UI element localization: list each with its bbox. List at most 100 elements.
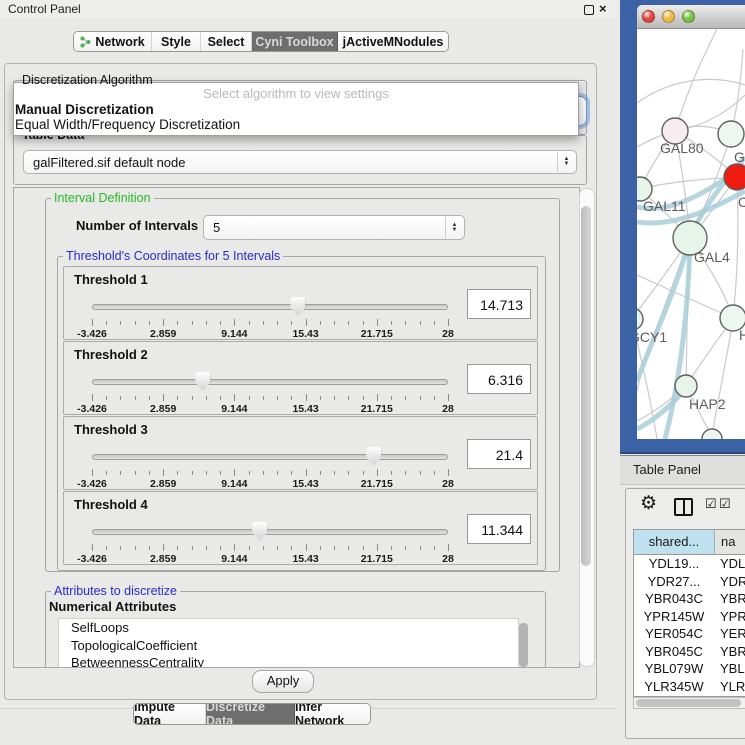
tab-cyni-toolbox[interactable]: Cyni Toolbox [252, 32, 338, 51]
slider-track[interactable] [92, 529, 448, 535]
apply-button[interactable]: Apply [252, 670, 314, 693]
tick-mark [206, 321, 207, 325]
cell-name: YBR0 [714, 643, 745, 661]
slider-handle[interactable] [290, 297, 305, 316]
tick-mark [291, 546, 292, 550]
threshold-slider[interactable]: -3.4262.8599.14415.4321.71528 [92, 520, 448, 562]
control-panel-titlebar: Control Panel × [0, 0, 617, 18]
scrollbar-thumb[interactable] [636, 699, 741, 707]
tab-style[interactable]: Style [152, 32, 201, 51]
tab-jactivemnodules-label: jActiveMNodules [343, 35, 444, 49]
network-node[interactable] [637, 308, 643, 330]
network-canvas[interactable]: GAL80GACGAL11GAL4GCY1HHAP2 [637, 29, 745, 439]
tick-mark [391, 321, 392, 325]
network-node-label: GCY1 [637, 329, 667, 345]
threshold-slider[interactable]: -3.4262.8599.14415.4321.71528 [92, 445, 448, 487]
slider-handle[interactable] [195, 372, 210, 391]
tab-select[interactable]: Select [201, 32, 252, 51]
network-node[interactable] [702, 429, 722, 439]
network-window-titlebar[interactable] [637, 5, 745, 29]
table-row[interactable]: YBL079WYBL0 [634, 660, 745, 678]
table-row[interactable]: YBR043CYBR0 [634, 590, 745, 608]
tick-mark [291, 396, 292, 400]
network-node-label: HAP2 [689, 396, 726, 412]
gear-icon[interactable]: ⚙ [640, 492, 657, 515]
network-node[interactable] [724, 164, 745, 190]
network-node[interactable] [675, 375, 697, 397]
menu-item-manual-discretization[interactable]: Manual Discretization [15, 102, 154, 117]
tick-mark [163, 469, 164, 476]
scale-label: 21.715 [361, 553, 393, 565]
scale-label: 21.715 [361, 403, 393, 415]
slider-track[interactable] [92, 379, 448, 385]
tick-mark [377, 394, 378, 401]
tick-mark [149, 321, 150, 325]
checkbox-icon[interactable]: ☑ [719, 496, 731, 512]
table-data-combobox[interactable]: galFiltered.sif default node ▲▼ [23, 150, 577, 174]
tick-mark [291, 471, 292, 475]
tick-mark [306, 319, 307, 326]
tick-mark [306, 544, 307, 551]
float-window-icon[interactable] [584, 5, 594, 15]
close-light-icon[interactable] [642, 10, 655, 23]
minimize-light-icon[interactable] [662, 10, 675, 23]
column-header-name[interactable]: na [715, 530, 745, 554]
tick-mark [448, 319, 449, 326]
tab-impute-data[interactable]: Impute Data [134, 704, 206, 724]
tick-mark [405, 396, 406, 400]
tick-mark [420, 546, 421, 550]
list-item[interactable]: TopologicalCoefficient [59, 637, 518, 655]
numerical-attributes-list[interactable]: SelfLoopsTopologicalCoefficientBetweenne… [58, 618, 519, 668]
table-row[interactable]: YDR27...YDR2 [634, 573, 745, 591]
threshold-value-input[interactable]: 21.4 [467, 439, 531, 469]
scale-label: 9.144 [221, 328, 247, 340]
tick-mark [348, 396, 349, 400]
slider-handle[interactable] [252, 522, 267, 541]
column-header-shared[interactable]: shared... [634, 530, 715, 554]
threshold-value-input[interactable]: 6.316 [467, 364, 531, 394]
tick-mark [106, 546, 107, 550]
cell-shared-name: YDR27... [634, 573, 714, 591]
number-of-intervals-combobox[interactable]: 5 ▲▼ [203, 215, 465, 240]
table-row[interactable]: YLR345WYLR3 [634, 678, 745, 696]
threshold-slider[interactable]: -3.4262.8599.14415.4321.71528 [92, 370, 448, 412]
slider-handle[interactable] [366, 447, 381, 466]
slider-ticks [92, 544, 448, 552]
cell-shared-name: YDL19... [634, 555, 714, 573]
tick-mark [106, 321, 107, 325]
tab-discretize-data-label: Discretize Data [206, 703, 294, 725]
table-horizontal-scrollbar[interactable] [633, 697, 745, 709]
threshold-slider[interactable]: -3.4262.8599.14415.4321.71528 [92, 295, 448, 337]
threshold-value-input[interactable]: 14.713 [467, 289, 531, 319]
menu-item-equal-width-frequency[interactable]: Equal Width/Frequency Discretization [15, 117, 240, 132]
zoom-light-icon[interactable] [682, 10, 695, 23]
threshold-value-input[interactable]: 11.344 [467, 514, 531, 544]
tick-mark [177, 396, 178, 400]
scrollbar-thumb[interactable] [581, 206, 591, 566]
list-item[interactable]: SelfLoops [59, 619, 518, 637]
table-row[interactable]: YDL19...YDL1 [634, 555, 745, 573]
tab-network[interactable]: Network [74, 32, 152, 51]
tab-infer-network[interactable]: Infer Network [295, 704, 370, 724]
threshold-label: Threshold 1 [74, 272, 148, 287]
list-item[interactable]: BetweennessCentrality [59, 654, 518, 668]
cell-name: YBL0 [714, 660, 745, 678]
tab-jactivemnodules[interactable]: jActiveMNodules [338, 32, 448, 51]
slider-track[interactable] [92, 454, 448, 460]
close-icon[interactable]: × [599, 1, 607, 16]
table-row[interactable]: YPR145WYPR1 [634, 608, 745, 626]
tab-discretize-data[interactable]: Discretize Data [206, 704, 295, 724]
attributes-list-scrollbar[interactable] [519, 623, 528, 667]
network-node[interactable] [718, 121, 744, 147]
checkbox-icon[interactable]: ☑ [705, 496, 717, 512]
settings-vertical-scrollbar[interactable] [579, 188, 595, 667]
application-root: Control Panel × Network Style Select Cyn… [0, 0, 745, 745]
combo-stepper-icon[interactable]: ▲▼ [445, 217, 463, 238]
table-row[interactable]: YER054CYER0 [634, 625, 745, 643]
slider-track[interactable] [92, 304, 448, 310]
table-row[interactable]: YBR045CYBR0 [634, 643, 745, 661]
combo-stepper-icon[interactable]: ▲▼ [557, 152, 575, 172]
split-column-icon[interactable] [674, 498, 693, 516]
tick-mark [234, 394, 235, 401]
tick-mark [263, 471, 264, 475]
